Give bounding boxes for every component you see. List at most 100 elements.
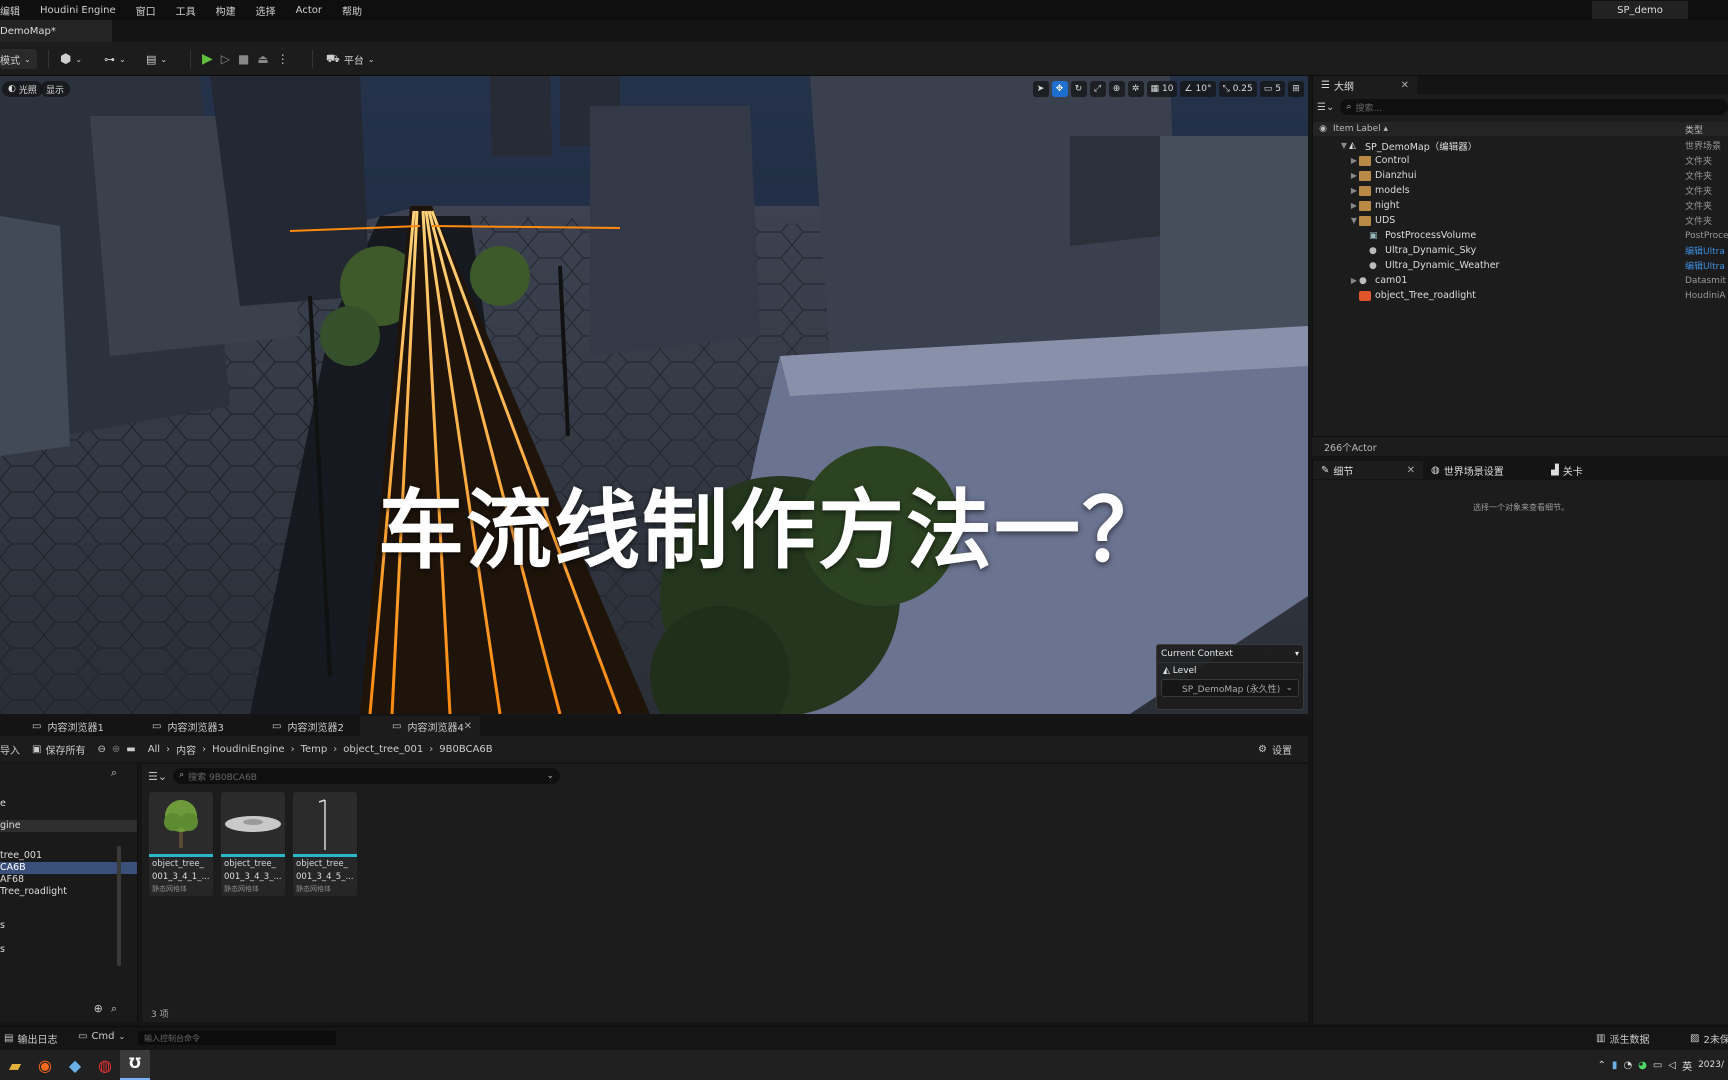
save-all-button[interactable]: ▣ 保存所有 [26,742,91,757]
outliner-row[interactable]: ● Ultra_Dynamic_Weather 编辑Ultra [1313,258,1728,273]
breadcrumb-content[interactable]: 内容 [170,742,202,757]
menu-window[interactable]: 窗口 [126,3,166,18]
play-icon[interactable]: ▶ [202,51,213,67]
collapsed-arrow-icon[interactable]: ▶ [1349,171,1359,180]
scale-mode-icon[interactable]: ⤢ [1089,81,1106,97]
tree-scrollbar[interactable] [117,846,121,966]
chevron-up-icon[interactable]: ⌃ [1598,1060,1606,1071]
recorder-icon[interactable]: ◍ [90,1050,120,1080]
close-icon[interactable]: ✕ [1401,80,1409,91]
outliner-row[interactable]: ● Ultra_Dynamic_Sky 编辑Ultra [1313,243,1728,258]
map-document-tab[interactable]: DemoMap* [0,20,112,42]
app-icon[interactable]: ◆ [60,1050,90,1080]
collapsed-arrow-icon[interactable]: ▶ [1349,186,1359,195]
menu-houdini-engine[interactable]: Houdini Engine [30,5,126,16]
tab-levels[interactable]: ▟ 关卡 [1543,461,1623,479]
menu-edit[interactable]: 编辑 [0,3,30,18]
menu-help[interactable]: 帮助 [332,3,372,18]
outliner-row[interactable]: ▶ models 文件夹 [1313,183,1728,198]
outliner-row[interactable]: ▼ ◭ SP_DemoMap（编辑器） 世界场景 [1313,138,1728,153]
import-button[interactable]: 导入 [0,742,26,757]
asset-search-input[interactable]: ⌕ 搜索 9B0BCA6B ⌄ [173,768,560,784]
grid-snap-toggle[interactable]: ▦ 10 [1146,81,1178,97]
close-icon[interactable]: ✕ [1407,465,1415,476]
visibility-eye-icon[interactable]: ◉ [1313,124,1333,134]
collapsed-arrow-icon[interactable]: ▶ [1349,156,1359,165]
menu-build[interactable]: 构建 [206,3,246,18]
cinematics-button[interactable]: ▤ ⌄ [146,48,167,70]
blueprint-button[interactable]: ⊶ ⌄ [104,48,126,70]
expanded-arrow-icon[interactable]: ▼ [1339,141,1349,150]
outliner-row[interactable]: object_Tree_roadlight HoudiniA [1313,288,1728,303]
search-icon[interactable]: ⌕ [111,766,117,780]
collapsed-arrow-icon[interactable]: ▶ [1349,201,1359,210]
breadcrumb-temp[interactable]: Temp [295,744,334,755]
cb-settings-button[interactable]: ⚙ 设置 [1258,742,1292,757]
more-options-icon[interactable]: ⋮ [277,52,289,66]
wechat-icon[interactable]: ◕ [1638,1060,1647,1071]
filter-icon[interactable]: ☰⌄ [1317,102,1334,113]
console-command-input[interactable]: 输入控制台命令 [138,1031,336,1045]
outliner-row[interactable]: ▼ UDS 文件夹 [1313,213,1728,228]
stop-icon[interactable]: ■ [238,52,249,66]
tab-details[interactable]: ✎ 细节 ✕ [1313,461,1423,479]
eject-icon[interactable]: ⏏ [257,52,268,66]
platforms-button[interactable]: ⛟ 平台 ⌄ [326,48,375,70]
surface-snap-icon[interactable]: ✲ [1127,81,1144,97]
menu-select[interactable]: 选择 [246,3,286,18]
tab-content-browser-3[interactable]: ▭ 内容浏览器3 [120,716,240,736]
tab-content-browser-2[interactable]: ▭ 内容浏览器2 [240,716,360,736]
tree-item[interactable]: gine [0,820,137,832]
outliner-item-type[interactable]: 编辑Ultra [1685,244,1725,257]
dropdown-arrow-icon[interactable]: ▾ [1295,649,1299,658]
asset-card[interactable]: object_tree_ 001_3_4_1_... 静态网格体 [149,792,213,896]
clock-date[interactable]: 2023/ [1698,1060,1724,1070]
outliner-item-type[interactable]: 编辑Ultra [1685,259,1725,272]
viewport-layout-icon[interactable]: ⊞ [1288,81,1304,97]
level-select[interactable]: SP_DemoMap (永久性) ⌄ [1161,679,1299,697]
input-language[interactable]: 英 [1682,1058,1692,1073]
mode-selector[interactable]: 模式 ⌄ [0,48,37,70]
collapsed-arrow-icon[interactable]: ▶ [1349,276,1359,285]
outliner-row[interactable]: ▶ ● cam01 Datasmit [1313,273,1728,288]
cmd-selector[interactable]: ▭ Cmd ⌄ [78,1031,125,1042]
outliner-row[interactable]: ▶ night 文件夹 [1313,198,1728,213]
menu-actor[interactable]: Actor [286,5,332,16]
column-type[interactable]: 类型 [1685,123,1703,136]
outliner-row[interactable]: ▶ Control 文件夹 [1313,153,1728,168]
level-viewport[interactable]: ◐ 光照 显示 ➤ ✥ ↻ ⤢ ⊕ ✲ ▦ 10 ∠ 10° ⤡ 0.25 ▭ 5 ⊞ 车… [0,76,1308,714]
filter-icon[interactable]: ☰⌄ [148,770,167,783]
tab-content-browser-1[interactable]: ▭ 内容浏览器1 [0,716,120,736]
file-explorer-icon[interactable]: ▰ [0,1050,30,1080]
volume-icon[interactable]: ◁ [1668,1060,1676,1071]
menu-tools[interactable]: 工具 [166,3,206,18]
breadcrumb-folder[interactable]: 9B0BCA6B [433,744,498,755]
add-actor-button[interactable]: ⬢ ⌄ [60,48,82,70]
breadcrumb-object-tree[interactable]: object_tree_001 [337,744,429,755]
camera-speed-button[interactable]: ▭ 5 [1259,81,1285,97]
tree-item[interactable]: e [0,798,137,810]
outliner-tab[interactable]: ☰ 大纲 ✕ [1313,76,1417,94]
asset-card[interactable]: object_tree_ 001_3_4_5_... 静态网格体 [293,792,357,896]
search-icon[interactable]: ⌕ [111,1002,117,1016]
back-icon[interactable]: ⊖ [91,744,111,755]
show-button[interactable]: 显示 [40,81,71,97]
display-icon[interactable]: ▭ [1653,1060,1662,1071]
usb-icon[interactable]: ▮ [1612,1060,1618,1071]
forward-icon[interactable]: ⊕ [112,744,126,755]
breadcrumb-all[interactable]: All [142,744,166,755]
derived-data-button[interactable]: ▥ 派生数据 [1596,1031,1649,1046]
column-item-label[interactable]: Item Label ▴ [1333,124,1388,134]
outliner-row[interactable]: ▣ PostProcessVolume PostProcess [1313,228,1728,243]
unreal-engine-icon[interactable]: Ʊ [120,1050,150,1080]
close-icon[interactable]: ✕ [464,721,472,732]
outliner-row[interactable]: ▶ Dianzhui 文件夹 [1313,168,1728,183]
lit-mode-button[interactable]: ◐ 光照 [2,81,43,97]
translate-mode-icon[interactable]: ✥ [1051,81,1068,97]
breadcrumb-houdiniengine[interactable]: HoudiniEngine [206,744,291,755]
asset-card[interactable]: object_tree_ 001_3_4_3_... 静态网格体 [221,792,285,896]
output-log-button[interactable]: ▤ 输出日志 [4,1031,57,1046]
scale-snap-toggle[interactable]: ⤡ 0.25 [1218,81,1257,97]
tab-content-browser-4[interactable]: ▭ 内容浏览器4 ✕ [360,716,480,736]
world-space-icon[interactable]: ⊕ [1108,81,1125,97]
